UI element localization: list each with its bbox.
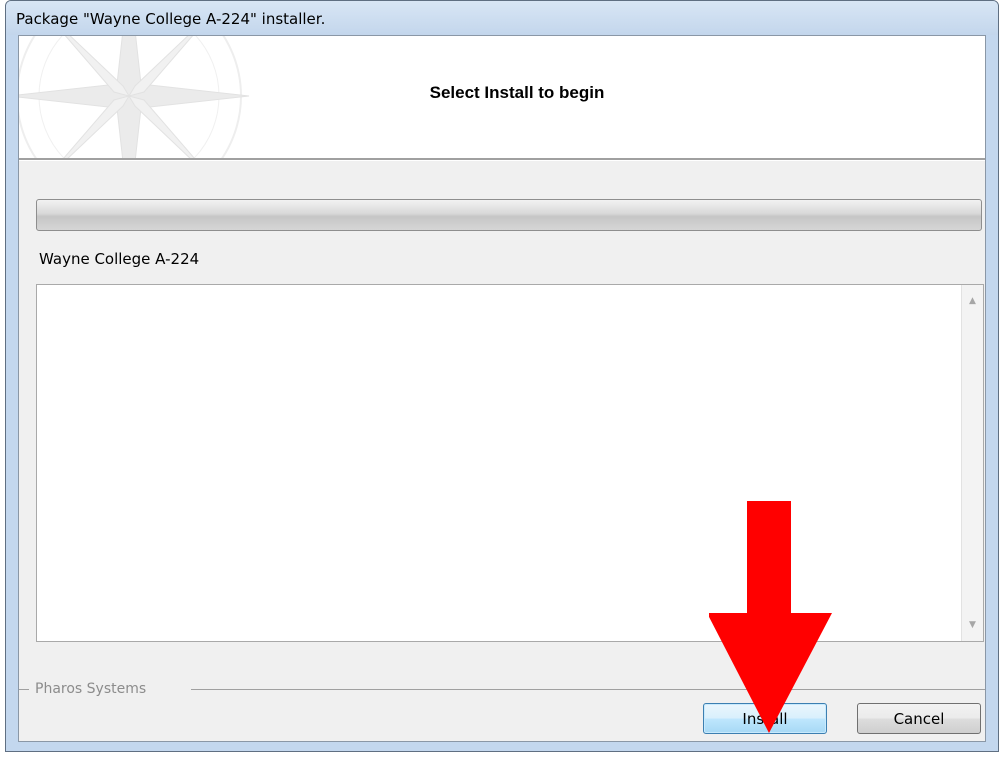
- header-banner: Select Install to begin: [19, 36, 985, 158]
- banner-title: Select Install to begin: [429, 83, 605, 102]
- package-name-label: Wayne College A-224: [39, 250, 200, 268]
- cancel-button[interactable]: Cancel: [857, 703, 981, 734]
- group-line-left: [19, 689, 29, 690]
- log-vertical-scrollbar[interactable]: ▲ ▼: [961, 285, 983, 641]
- install-button[interactable]: Install: [703, 703, 827, 734]
- scroll-up-arrow-icon[interactable]: ▲: [962, 291, 983, 311]
- scroll-down-arrow-icon[interactable]: ▼: [962, 615, 983, 635]
- install-progress-bar: [36, 199, 982, 231]
- installer-window: Package "Wayne College A-224" installer.: [5, 0, 999, 752]
- window-title: Package "Wayne College A-224" installer.: [16, 10, 326, 28]
- title-bar[interactable]: Package "Wayne College A-224" installer.: [6, 1, 998, 35]
- install-log-text: [41, 289, 959, 637]
- installer-client-area: Select Install to begin Wayne College A-…: [18, 35, 986, 742]
- banner-separator: [19, 158, 985, 161]
- group-line-right: [191, 689, 985, 690]
- install-log-textbox[interactable]: ▲ ▼: [36, 284, 984, 642]
- vendor-group-label: Pharos Systems: [35, 681, 147, 697]
